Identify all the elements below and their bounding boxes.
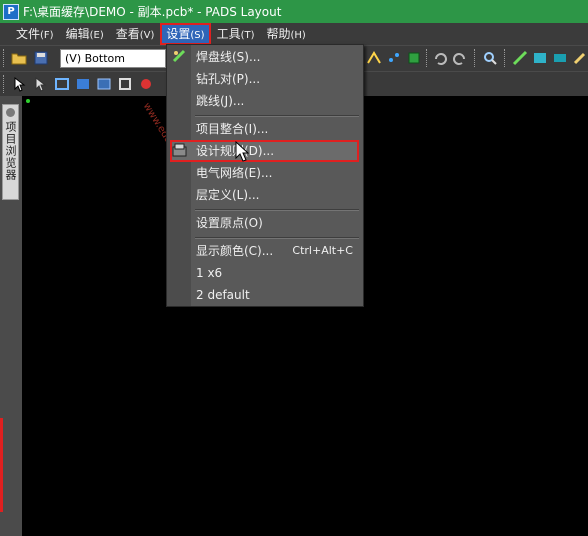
menu-item-jumpers[interactable]: 跳线(J)... bbox=[167, 90, 363, 112]
menu-setup[interactable]: 设置(S) bbox=[160, 23, 211, 45]
menu-item-label: 电气网络(E)... bbox=[196, 166, 273, 180]
mouse-cursor-icon bbox=[235, 141, 249, 162]
menu-item-set-origin[interactable]: 设置原点(O) bbox=[167, 212, 363, 234]
menu-edit-label: 编辑 bbox=[65, 27, 90, 41]
menu-item-nets[interactable]: 电气网络(E)... bbox=[167, 162, 363, 184]
board-outline-icon[interactable] bbox=[54, 76, 70, 92]
keepout-icon[interactable] bbox=[96, 76, 112, 92]
toolbar-separator-3 bbox=[504, 49, 508, 67]
toolbar-grip-2[interactable] bbox=[3, 75, 7, 93]
menu-separator-3 bbox=[195, 237, 359, 239]
menu-edit[interactable]: 编辑(E) bbox=[60, 23, 110, 45]
window-title: F:\桌面缓存\DEMO - 副本.pcb* - PADS Layout bbox=[23, 5, 282, 19]
menu-item-display-colors[interactable]: 显示颜色(C)... Ctrl+Alt+C bbox=[167, 240, 363, 262]
pad-wire-icon bbox=[172, 49, 186, 63]
highlight-marker bbox=[0, 418, 3, 512]
menu-item-label: 焊盘线(S)... bbox=[196, 50, 261, 64]
project-browser-label: 项目浏览器 bbox=[4, 121, 17, 181]
redo-icon[interactable] bbox=[452, 50, 468, 66]
menu-item-pad-wire[interactable]: 焊盘线(S)... bbox=[167, 46, 363, 68]
menu-edit-accel: (E) bbox=[89, 30, 104, 41]
browser-pin-icon bbox=[6, 108, 15, 117]
origin-marker bbox=[26, 99, 30, 103]
menu-help[interactable]: 帮助(H) bbox=[261, 23, 312, 45]
menu-item-color-scheme-1[interactable]: 1 x6 bbox=[167, 262, 363, 284]
menu-help-accel: (H) bbox=[290, 30, 306, 41]
menu-item-color-scheme-2[interactable]: 2 default bbox=[167, 284, 363, 306]
pencil-icon[interactable] bbox=[572, 50, 588, 66]
snap-icon[interactable] bbox=[386, 50, 402, 66]
menu-view-accel: (V) bbox=[139, 30, 155, 41]
menu-item-shortcut: Ctrl+Alt+C bbox=[292, 244, 353, 257]
menu-tools[interactable]: 工具(T) bbox=[211, 23, 261, 45]
menu-file[interactable]: 文件(F) bbox=[10, 23, 60, 45]
setup-menu-dropdown: 焊盘线(S)... 钻孔对(P)... 跳线(J)... 项目整合(I)... … bbox=[166, 44, 364, 307]
design-rules-icon bbox=[172, 143, 187, 157]
copper-pour-icon[interactable] bbox=[75, 76, 91, 92]
pads-logo-icon: P bbox=[3, 3, 19, 20]
dimension-icon[interactable] bbox=[138, 76, 154, 92]
component-icon[interactable] bbox=[406, 50, 422, 66]
shape-icon[interactable] bbox=[117, 76, 133, 92]
menu-item-label: 钻孔对(P)... bbox=[196, 72, 261, 86]
menu-view-label: 查看 bbox=[115, 27, 140, 41]
save-icon[interactable] bbox=[33, 50, 49, 66]
toolbar-separator-2 bbox=[474, 49, 478, 67]
route-icon[interactable] bbox=[366, 50, 382, 66]
left-dock: 项目浏览器 bbox=[0, 96, 22, 536]
menu-item-label: 项目整合(I)... bbox=[196, 122, 269, 136]
menu-item-label: 层定义(L)... bbox=[196, 188, 260, 202]
menu-tools-accel: (T) bbox=[240, 30, 255, 41]
verify-icon[interactable] bbox=[512, 50, 528, 66]
menu-separator bbox=[195, 115, 359, 117]
menu-setup-accel: (S) bbox=[190, 30, 205, 41]
menu-item-project-integrity[interactable]: 项目整合(I)... bbox=[167, 118, 363, 140]
menu-tools-label: 工具 bbox=[216, 27, 241, 41]
menu-item-layer-definition[interactable]: 层定义(L)... bbox=[167, 184, 363, 206]
menu-bar: 文件(F) 编辑(E) 查看(V) 设置(S) 工具(T) 帮助(H) bbox=[0, 23, 588, 45]
title-bar: P F:\桌面缓存\DEMO - 副本.pcb* - PADS Layout bbox=[0, 0, 588, 23]
menu-view[interactable]: 查看(V) bbox=[110, 23, 161, 45]
layer-select[interactable]: (V) Bottom bbox=[60, 49, 166, 68]
zoom-icon[interactable] bbox=[482, 50, 498, 66]
menu-item-drill-pairs[interactable]: 钻孔对(P)... bbox=[167, 68, 363, 90]
menu-separator-2 bbox=[195, 209, 359, 211]
project-browser-tab[interactable]: 项目浏览器 bbox=[2, 104, 19, 200]
menu-file-label: 文件 bbox=[16, 27, 41, 41]
open-folder-icon[interactable] bbox=[11, 50, 27, 66]
toolbar-grip[interactable] bbox=[3, 49, 7, 67]
menu-item-design-rules[interactable]: 设计规则(D)... bbox=[170, 140, 359, 162]
menu-item-label: 2 default bbox=[196, 288, 250, 302]
menu-item-label: 跳线(J)... bbox=[196, 94, 245, 108]
select-arrow-icon[interactable] bbox=[12, 76, 28, 92]
menu-help-label: 帮助 bbox=[266, 27, 291, 41]
layers-icon[interactable] bbox=[532, 50, 548, 66]
cam-icon[interactable] bbox=[552, 50, 568, 66]
menu-item-label: 显示颜色(C)... bbox=[196, 244, 274, 258]
toolbar-separator bbox=[426, 49, 430, 67]
select-filter-icon[interactable] bbox=[33, 76, 49, 92]
menu-setup-label: 设置 bbox=[166, 27, 191, 41]
undo-icon[interactable] bbox=[432, 50, 448, 66]
menu-item-label: 设置原点(O) bbox=[196, 216, 263, 230]
menu-file-accel: (F) bbox=[40, 30, 54, 41]
menu-item-label: 1 x6 bbox=[196, 266, 223, 280]
